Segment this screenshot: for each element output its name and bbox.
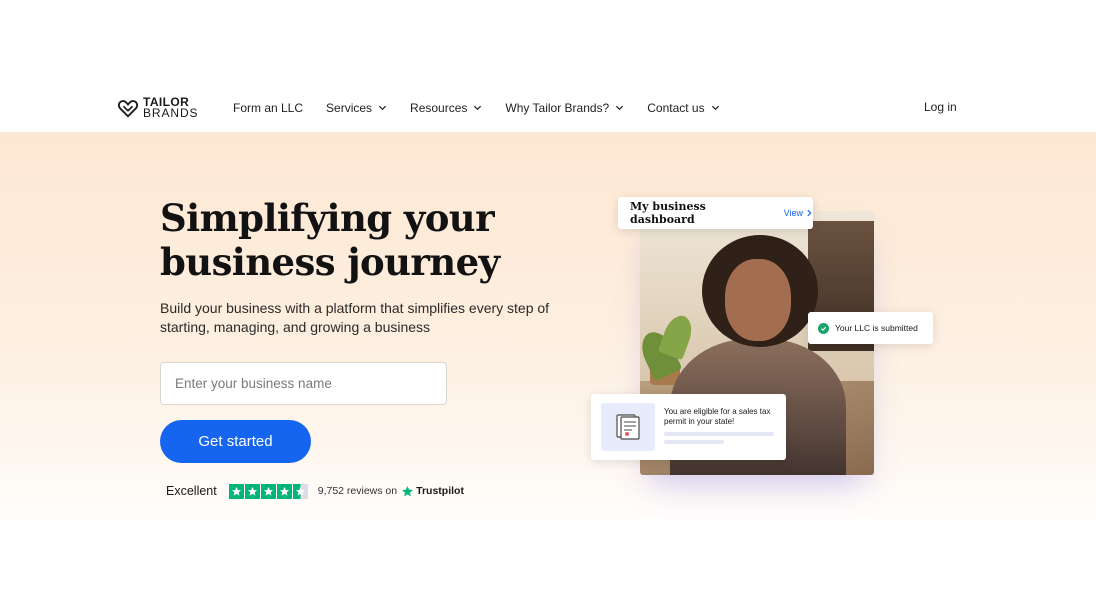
nav-item-resources[interactable]: Resources	[410, 101, 482, 115]
llc-status-card: Your LLC is submitted	[808, 312, 933, 344]
placeholder-line	[664, 440, 724, 444]
get-started-button[interactable]: Get started	[160, 420, 311, 463]
llc-status-text: Your LLC is submitted	[835, 323, 918, 333]
nav-item-why-tailor-brands[interactable]: Why Tailor Brands?	[505, 101, 624, 115]
star-rating	[228, 483, 309, 499]
view-label: View	[783, 208, 803, 218]
tax-permit-text: You are eligible for a sales tax permit …	[664, 407, 771, 426]
dashboard-title: My business dashboard	[630, 200, 706, 226]
chevron-down-icon	[616, 105, 624, 111]
dashboard-card: My business dashboard View	[618, 197, 813, 229]
chevron-right-icon	[807, 209, 812, 217]
brand-logo[interactable]: TAILOR BRANDS	[117, 96, 198, 120]
check-icon	[818, 322, 829, 334]
hero-subtext: Build your business with a platform that…	[160, 300, 550, 335]
half-star-icon	[292, 483, 308, 499]
star-icon	[260, 483, 276, 499]
hero-headline: Simplifying your business journey	[160, 196, 500, 284]
trustpilot-rating[interactable]: Excellent 9,752 reviews on Trustpilot	[166, 483, 464, 499]
nav-item-form-llc[interactable]: Form an LLC	[233, 101, 303, 115]
brand-wordmark: TAILOR BRANDS	[143, 96, 199, 120]
dashboard-view-link[interactable]: View	[784, 208, 813, 218]
chevron-down-icon	[378, 105, 387, 111]
star-icon	[228, 483, 244, 499]
nav-item-label: Contact us	[647, 100, 705, 115]
trustpilot-label: Trustpilot	[416, 485, 464, 497]
hero-section: Simplifying your business journey Build …	[0, 133, 1096, 533]
rating-word: Excellent	[166, 484, 217, 498]
tax-permit-card: You are eligible for a sales tax permit …	[591, 394, 786, 460]
nav-item-label: Why Tailor Brands?	[505, 100, 610, 115]
nav-item-label: Form an LLC	[233, 100, 304, 115]
review-count: 9,752 reviews on	[317, 485, 398, 497]
nav-item-services[interactable]: Services	[326, 101, 387, 115]
brand-line-2: BRANDS	[143, 106, 199, 120]
placeholder-line	[664, 432, 774, 436]
star-icon	[276, 483, 292, 499]
primary-nav: Form an LLC Services Resources Why Tailo…	[233, 82, 743, 133]
business-name-input[interactable]	[160, 362, 447, 405]
chevron-down-icon	[711, 105, 719, 111]
trustpilot-star-icon	[402, 485, 414, 496]
tailor-brands-heart-logo-icon	[117, 100, 139, 118]
trustpilot-logo: Trustpilot	[401, 485, 464, 498]
login-link[interactable]: Log in	[924, 100, 957, 114]
nav-item-label: Resources	[410, 100, 468, 115]
nav-item-label: Services	[326, 100, 373, 115]
nav-item-contact-us[interactable]: Contact us	[647, 101, 719, 115]
chevron-down-icon	[474, 105, 482, 111]
document-certificate-icon	[601, 403, 655, 451]
star-icon	[244, 483, 260, 499]
top-nav: TAILOR BRANDS Form an LLC Services Resou…	[0, 82, 1096, 133]
